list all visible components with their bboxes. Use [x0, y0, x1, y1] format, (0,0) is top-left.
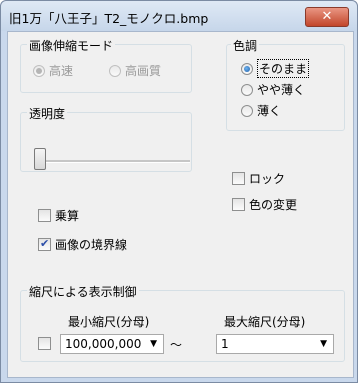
radio-indicator	[109, 64, 121, 77]
scale-control-title: 縮尺による表示制御	[27, 283, 139, 300]
window-title: 旧1万「八王子」T2_モノクロ.bmp	[9, 11, 209, 26]
scale-mode-group: 画像伸縮モード 高速 高画質	[20, 37, 192, 93]
chevron-down-icon: ▼	[320, 339, 327, 349]
checkbox-indicator	[232, 172, 245, 185]
lock-checkbox[interactable]: ロック	[232, 170, 285, 187]
tone-title: 色調	[231, 37, 260, 54]
min-scale-label: 最小縮尺(分母)	[68, 315, 150, 329]
max-scale-value: 1	[221, 337, 229, 351]
multiply-checkbox[interactable]: 乗算	[38, 207, 79, 224]
dialog-window: 旧1万「八王子」T2_モノクロ.bmp ✕ 画像伸縮モード 高速 高画質 色調 …	[0, 0, 358, 383]
radio-indicator	[241, 104, 253, 117]
min-scale-combobox[interactable]: 100,000,000 ▼	[60, 334, 164, 354]
checkbox-indicator	[38, 337, 51, 350]
scale-mode-fast-radio[interactable]: 高速	[33, 62, 73, 79]
scale-mode-quality-radio[interactable]: 高画質	[109, 62, 161, 79]
min-scale-value: 100,000,000	[65, 337, 142, 351]
scale-mode-title: 画像伸縮モード	[27, 37, 116, 54]
tone-group: 色調 そのまま やや薄く 薄く	[226, 37, 345, 131]
transparency-title: 透明度	[27, 105, 68, 122]
checkbox-indicator	[38, 237, 51, 251]
scale-mode-fast-label: 高速	[49, 64, 74, 78]
radio-indicator	[241, 62, 253, 75]
max-scale-combobox[interactable]: 1 ▼	[216, 334, 334, 354]
image-border-label: 画像の境界線	[55, 238, 128, 252]
transparency-slider-thumb[interactable]	[34, 148, 46, 170]
scale-mode-quality-label: 高画質	[125, 64, 162, 78]
tone-lighter-label: やや薄く	[257, 83, 306, 97]
radio-indicator	[33, 64, 45, 77]
transparency-slider-track[interactable]	[38, 160, 190, 163]
tone-light-radio[interactable]: 薄く	[241, 102, 281, 119]
lock-label: ロック	[249, 172, 286, 186]
radio-indicator	[241, 83, 253, 96]
color-change-checkbox[interactable]: 色の変更	[232, 196, 297, 213]
chevron-down-icon: ▼	[150, 339, 157, 349]
tone-lighter-radio[interactable]: やや薄く	[241, 81, 305, 98]
close-button[interactable]: ✕	[305, 7, 349, 27]
checkbox-indicator	[38, 209, 51, 222]
tone-light-label: 薄く	[257, 104, 282, 118]
image-border-checkbox[interactable]: 画像の境界線	[38, 236, 127, 253]
max-scale-label: 最大縮尺(分母)	[224, 315, 306, 329]
checkbox-indicator	[232, 198, 245, 211]
tone-asis-radio[interactable]: そのまま	[241, 59, 310, 78]
multiply-label: 乗算	[55, 209, 80, 223]
color-change-label: 色の変更	[249, 198, 298, 212]
title-bar[interactable]: 旧1万「八王子」T2_モノクロ.bmp ✕	[1, 1, 357, 31]
scale-control-enable-checkbox[interactable]	[38, 337, 55, 350]
range-separator: ～	[170, 338, 183, 352]
tone-asis-label: そのまま	[257, 59, 310, 78]
dialog-body: 画像伸縮モード 高速 高画質 色調 そのまま やや薄く 薄く 透明度 ロック 色…	[7, 31, 354, 378]
